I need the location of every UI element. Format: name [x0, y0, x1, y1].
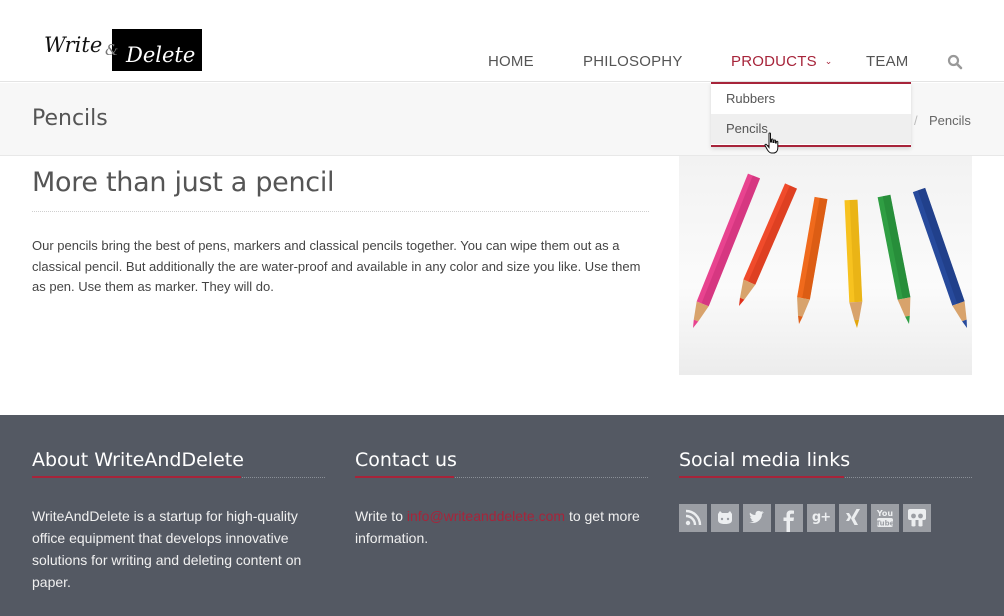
footer-social-accent — [679, 476, 844, 478]
google-plus-icon[interactable]: g+ — [807, 504, 835, 532]
rss-icon[interactable] — [679, 504, 707, 532]
github-icon[interactable] — [711, 504, 739, 532]
nav-philosophy[interactable]: PHILOSOPHY — [583, 53, 683, 70]
nav-team[interactable]: TEAM — [866, 53, 908, 70]
content-heading: More than just a pencil — [32, 167, 335, 198]
content-paragraph: Our pencils bring the best of pens, mark… — [32, 238, 641, 294]
site-logo[interactable]: Write & Delete — [42, 29, 202, 71]
contact-email-link[interactable]: info@writeanddelete.com — [407, 508, 565, 524]
footer-about-accent — [32, 476, 241, 478]
dropdown-item-rubbers[interactable]: Rubbers — [711, 84, 911, 114]
search-icon[interactable] — [947, 54, 963, 70]
footer-contact-accent — [355, 476, 454, 478]
logo-word-delete: Delete — [126, 43, 196, 67]
hand-pointer-cursor-icon — [764, 132, 780, 156]
logo-word-write: Write — [44, 33, 103, 57]
twitter-icon[interactable] — [743, 504, 771, 532]
breadcrumb-current: Pencils — [929, 113, 971, 128]
facebook-icon[interactable] — [775, 504, 803, 532]
footer-contact-title: Contact us — [355, 449, 457, 471]
heading-divider — [32, 211, 649, 212]
nav-products[interactable]: PRODUCTS ⌄ — [731, 53, 833, 70]
dropdown-item-pencils[interactable]: Pencils — [711, 114, 911, 144]
footer-about-text: WriteAndDelete is a startup for high-qua… — [32, 508, 302, 590]
chevron-down-icon: ⌄ — [824, 56, 833, 66]
footer-social-title: Social media links — [679, 449, 851, 471]
products-dropdown-menu: Rubbers Pencils — [711, 82, 911, 147]
site-header: Write & Delete HOME PHILOSOPHY PRODUCTS ⌄… — [0, 0, 1004, 82]
breadcrumb-separator: / — [914, 113, 918, 128]
nav-products-label: PRODUCTS — [731, 53, 817, 70]
footer-about-title: About WriteAndDelete — [32, 449, 244, 471]
slideshare-icon[interactable] — [903, 504, 931, 532]
svg-text:You: You — [876, 509, 894, 518]
xing-icon[interactable] — [839, 504, 867, 532]
footer-contact-text: Write to info@writeanddelete.com to get … — [355, 505, 648, 549]
nav-home[interactable]: HOME — [488, 53, 534, 70]
colored-pencils-image — [679, 156, 972, 375]
contact-prefix: Write to — [355, 508, 407, 524]
svg-text:Tube: Tube — [876, 520, 895, 528]
page-title: Pencils — [32, 106, 108, 131]
site-footer: About WriteAndDelete WriteAndDelete is a… — [0, 415, 1004, 616]
logo-ampersand: & — [105, 41, 119, 59]
youtube-icon[interactable]: You Tube — [871, 504, 899, 532]
